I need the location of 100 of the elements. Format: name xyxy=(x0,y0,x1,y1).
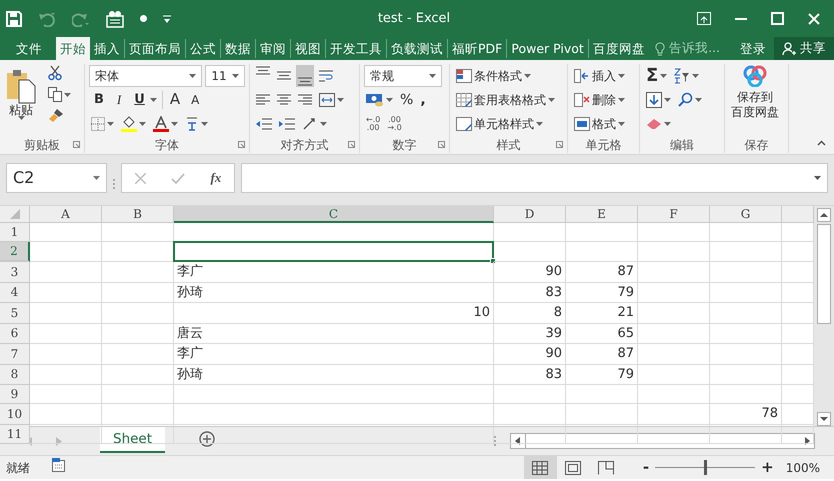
macro-record-icon[interactable] xyxy=(52,458,66,472)
merge-button[interactable] xyxy=(317,92,346,108)
center-button[interactable] xyxy=(275,92,293,106)
italic-button[interactable]: I xyxy=(112,92,126,107)
formula-input[interactable] xyxy=(241,163,828,193)
row-header[interactable]: 9 xyxy=(0,385,30,404)
row-header[interactable]: 3 xyxy=(0,262,30,282)
save-icon[interactable] xyxy=(6,10,22,26)
ribbon-display-icon[interactable] xyxy=(696,12,711,25)
column-header[interactable]: B xyxy=(102,206,174,223)
insert-function-button[interactable]: fx xyxy=(210,168,222,188)
column-header[interactable]: C xyxy=(174,206,494,223)
ribbon-tab[interactable]: 插入 xyxy=(90,39,124,58)
dialog-launcher-icon[interactable] xyxy=(238,141,245,148)
scroll-up-icon[interactable] xyxy=(817,208,831,222)
column-header[interactable]: D xyxy=(494,206,566,223)
conditional-format-button[interactable]: 条件格式 xyxy=(454,68,533,84)
paste-button[interactable]: 粘贴 xyxy=(4,64,38,123)
autosum-button[interactable]: Σ xyxy=(644,66,670,86)
share-button[interactable]: 共享 xyxy=(774,37,834,60)
increase-decimal-button[interactable]: ←.0 .00 xyxy=(364,114,382,132)
row-header[interactable]: 2 xyxy=(0,242,30,262)
close-icon[interactable] xyxy=(808,12,820,24)
row-header[interactable]: 6 xyxy=(0,324,30,344)
grow-font-button[interactable]: A xyxy=(166,91,184,108)
minimize-icon[interactable] xyxy=(734,18,747,20)
decrease-decimal-button[interactable]: .00 →.0 xyxy=(385,114,404,132)
split-handle-icon[interactable] xyxy=(494,436,496,446)
caret-icon xyxy=(660,74,668,78)
sign-in-link[interactable]: 登录 xyxy=(736,39,770,58)
save-to-cloud-button[interactable]: 保存到 百度网盘 xyxy=(729,64,784,121)
row-header[interactable]: 11 xyxy=(0,424,30,444)
sort-filter-button[interactable] xyxy=(672,66,702,84)
ribbon-tab[interactable]: 负载测试 xyxy=(386,39,447,58)
wrap-text-button[interactable] xyxy=(317,68,335,84)
number-format-dropdown[interactable]: 常规 xyxy=(364,64,442,86)
dialog-launcher-icon[interactable] xyxy=(348,141,355,148)
dialog-launcher-icon[interactable] xyxy=(438,141,445,148)
insert-cells-button[interactable]: 插入 xyxy=(572,68,627,84)
zoom-out-button[interactable]: - xyxy=(642,456,650,479)
sheet-tab[interactable]: Sheet xyxy=(100,427,166,453)
name-box[interactable]: C2 xyxy=(6,163,107,193)
ribbon-tab[interactable]: 开始 xyxy=(56,37,90,60)
customize-icon[interactable] xyxy=(163,14,171,22)
zoom-in-button[interactable]: + xyxy=(761,456,774,479)
find-button[interactable] xyxy=(676,91,704,108)
cell-styles-button[interactable]: 单元格样式 xyxy=(454,116,545,132)
delete-cells-button[interactable]: 删除 xyxy=(572,92,627,108)
ribbon-tab[interactable]: 视图 xyxy=(290,39,325,58)
column-header[interactable]: A xyxy=(30,206,102,223)
ribbon-tab[interactable]: 公式 xyxy=(185,39,220,58)
column-header[interactable]: E xyxy=(566,206,638,223)
ribbon-tab[interactable]: 文件 xyxy=(0,39,56,58)
comma-button[interactable]: , xyxy=(418,92,428,108)
row-header[interactable]: 4 xyxy=(0,282,30,303)
form-icon[interactable] xyxy=(106,10,124,28)
increase-indent-button[interactable] xyxy=(277,116,297,130)
format-cells-button[interactable]: 格式 xyxy=(572,116,627,132)
row-header[interactable]: 7 xyxy=(0,344,30,364)
ribbon-tab[interactable]: 审阅 xyxy=(255,39,290,58)
dialog-launcher-icon[interactable] xyxy=(73,141,80,148)
column-header[interactable]: F xyxy=(638,206,710,223)
currency-button[interactable] xyxy=(364,92,395,108)
dialog-launcher-icon[interactable] xyxy=(556,141,563,148)
underline-button[interactable]: U xyxy=(129,92,159,107)
zoom-thumb[interactable] xyxy=(704,460,708,475)
row-header[interactable]: 8 xyxy=(0,364,30,385)
row-header[interactable]: 10 xyxy=(0,404,30,424)
vertical-align-button[interactable] xyxy=(296,64,314,86)
ribbon-tab[interactable]: 百度网盘 xyxy=(588,39,649,58)
font-color-button[interactable] xyxy=(151,114,180,132)
font-name-dropdown[interactable]: 宋体 xyxy=(89,64,202,86)
row-header[interactable]: 5 xyxy=(0,303,30,324)
align-right-button[interactable] xyxy=(296,92,314,106)
bold-button[interactable]: B xyxy=(89,92,109,107)
scroll-down-icon[interactable] xyxy=(817,412,831,426)
zoom-level[interactable]: 100% xyxy=(786,458,820,476)
align-left-button[interactable] xyxy=(254,92,272,106)
fill-color-button[interactable] xyxy=(119,114,148,132)
shrink-font-button[interactable]: A xyxy=(187,92,204,106)
ribbon-tab[interactable]: 页面布局 xyxy=(124,39,185,58)
view-button[interactable] xyxy=(524,456,557,479)
ribbon-tab[interactable]: 福昕PDF xyxy=(447,39,506,58)
copy-button[interactable] xyxy=(46,86,73,103)
add-sheet-icon[interactable] xyxy=(199,430,216,446)
fill-button[interactable] xyxy=(644,90,673,108)
ribbon-tab[interactable]: 开发工具 xyxy=(325,39,386,58)
collapse-ribbon-icon[interactable] xyxy=(817,140,826,146)
column-header[interactable]: G xyxy=(710,206,782,223)
dot-icon[interactable] xyxy=(140,15,147,22)
format-table-button[interactable]: 套用表格格式 xyxy=(454,92,557,108)
font-size-dropdown[interactable]: 11 xyxy=(205,64,245,86)
row-header[interactable]: 1 xyxy=(0,223,30,242)
percent-button[interactable]: % xyxy=(398,92,416,108)
ribbon-tab[interactable]: 数据 xyxy=(220,39,255,58)
maximize-icon[interactable] xyxy=(770,12,784,25)
borders-button[interactable] xyxy=(89,116,116,132)
ribbon-tab[interactable]: Power Pivot xyxy=(506,39,588,58)
scroll-thumb[interactable] xyxy=(817,224,831,324)
decrease-indent-button[interactable] xyxy=(254,116,274,130)
